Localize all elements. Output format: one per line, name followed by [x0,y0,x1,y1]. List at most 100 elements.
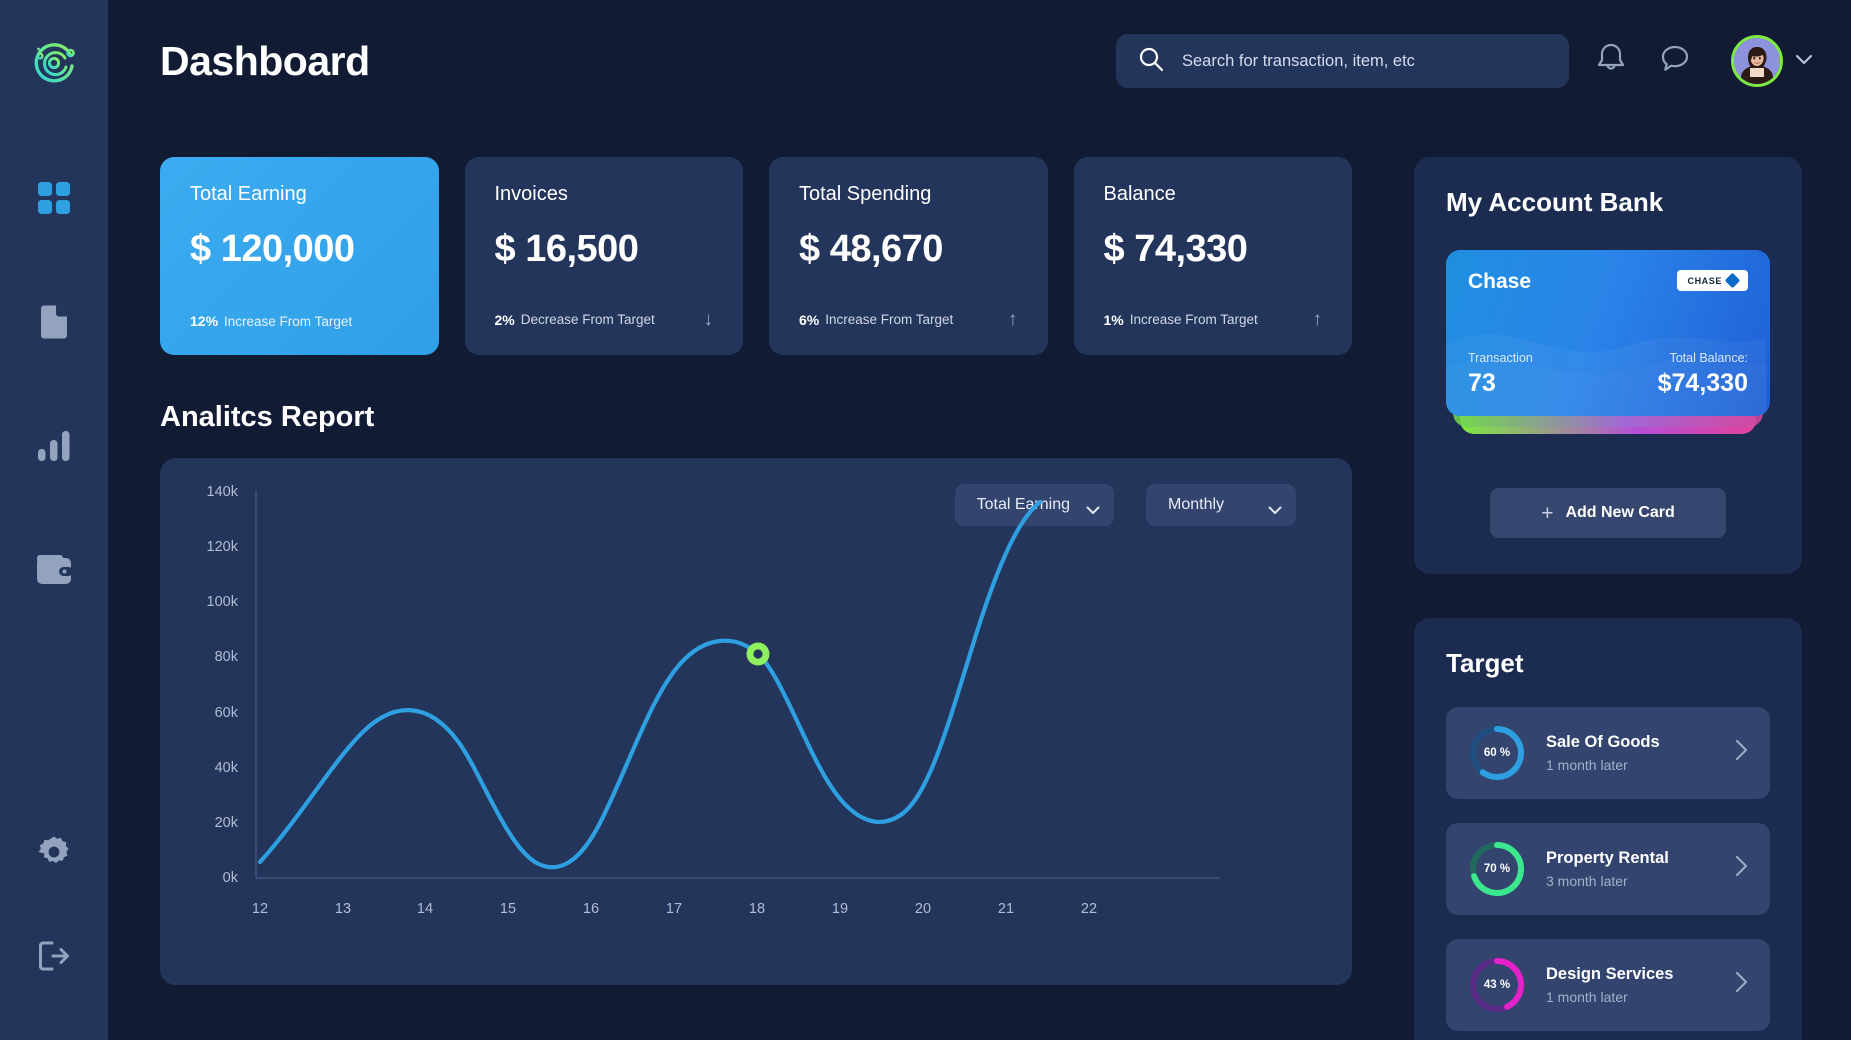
stat-label: Balance [1103,183,1176,205]
transaction-value: 73 [1468,369,1496,397]
messages-button[interactable] [1653,39,1697,83]
bank-card-badge-text: CHASE [1687,275,1722,286]
stat-footer: 2% Decrease From Target ↓ [495,310,714,329]
x-tick-13: 13 [335,901,351,917]
add-new-card-label: Add New Card [1565,504,1675,521]
x-tick-14: 14 [417,901,433,917]
bank-card-transaction: Transaction 73 [1468,351,1533,398]
target-text: Design Services 1 month later [1546,965,1715,1005]
bank-card-balance: Total Balance: $74,330 [1658,351,1748,398]
chevron-right-icon[interactable] [1735,971,1748,999]
y-tick-120k: 120k [207,539,239,555]
analytics-chart-card: Total Earning Monthly 140k 120k 100k 80k… [160,458,1352,985]
balance-label: Total Balance: [1669,351,1748,365]
balance-value: $74,330 [1657,369,1748,397]
stat-trend-down-icon: ↓ [703,309,714,330]
right-column: My Account Bank Chase CHASE Transaction … [1414,122,1802,1040]
target-name: Property Rental [1546,849,1669,867]
notifications-button[interactable] [1589,39,1633,83]
y-tick-0k: 0k [223,870,239,886]
plus-icon: + [1541,501,1554,525]
stat-label: Total Spending [799,183,932,205]
sidebar-item-dashboard[interactable] [24,168,84,228]
page-title: Dashboard [160,37,370,84]
stat-note: Increase From Target [224,313,353,329]
sidebar-item-wallet[interactable] [24,540,84,600]
target-item-property-rental[interactable]: 70 % Property Rental 3 month later [1446,823,1770,915]
analytics-line-chart: 140k 120k 100k 80k 60k 40k 20k 0k 12 13 … [207,484,1220,917]
x-tick-15: 15 [500,901,516,917]
progress-ring: 70 % [1468,840,1526,898]
sidebar-item-logout[interactable] [24,926,84,986]
target-sub: 1 month later [1546,989,1628,1005]
target-sub: 1 month later [1546,757,1628,773]
stat-note: Increase From Target [1129,312,1258,327]
target-sub: 3 month later [1546,873,1628,889]
stat-value: $ 16,500 [494,228,639,270]
bar-chart-icon [36,430,72,462]
sidebar-item-analytics[interactable] [24,416,84,476]
target-panel: Target 60 % Sale Of Goods 1 month later … [1414,618,1802,1040]
stat-card-balance[interactable]: Balance $ 74,330 1% Increase From Target… [1073,157,1352,355]
progress-ring: 60 % [1468,724,1526,782]
add-new-card-button[interactable]: + Add New Card [1490,488,1726,538]
account-bank-panel: My Account Bank Chase CHASE Transaction … [1414,157,1802,574]
target-item-design-services[interactable]: 43 % Design Services 1 month later [1446,939,1770,1031]
progress-percent: 43 % [1483,979,1511,991]
document-icon [37,304,71,340]
stat-cards: Total Earning $ 120,000 12% Increase Fro… [160,157,1352,355]
stat-card-total-spending[interactable]: Total Spending $ 48,670 6% Increase From… [769,157,1048,355]
sidebar-item-settings[interactable] [24,822,84,882]
stat-card-total-earning[interactable]: Total Earning $ 120,000 12% Increase Fro… [160,157,439,355]
search-input[interactable] [1182,51,1547,71]
main-content: Dashboard Search for transaction, item, … [108,0,1851,1040]
left-column: Total Earning $ 120,000 12% Increase Fro… [160,122,1352,1040]
target-item-sale-of-goods[interactable]: 60 % Sale Of Goods 1 month later [1446,707,1770,799]
stat-card-invoices[interactable]: Invoices $ 16,500 2% Decrease From Targe… [464,157,743,355]
sidebar-item-documents[interactable] [24,292,84,352]
target-name: Design Services [1546,965,1674,983]
gear-icon [37,835,71,869]
dashboard-app: Dashboard Search for transaction, item, … [0,0,1851,1040]
stat-percent: 1% [1103,311,1124,328]
y-tick-40k: 40k [215,760,239,776]
x-tick-16: 16 [583,901,599,917]
chevron-right-icon[interactable] [1735,739,1748,767]
bank-card-header: Chase CHASE [1468,270,1748,294]
bank-card-badge: CHASE [1677,270,1748,291]
chevron-down-icon [1795,52,1813,70]
stat-label: Total Earning [190,183,307,205]
stat-trend-up-icon: ↑ [1008,309,1018,330]
stat-footer: 1% Increase From Target ↑ [1104,310,1323,329]
logo-swirl-icon[interactable] [27,36,81,90]
bell-icon [1595,42,1627,81]
bank-card-footer: Transaction 73 Total Balance: $74,330 [1468,351,1748,398]
y-tick-60k: 60k [215,705,239,721]
stat-note: Decrease From Target [520,312,655,327]
x-tick-19: 19 [832,901,848,917]
user-avatar[interactable] [1731,35,1783,87]
stat-label: Invoices [494,183,568,205]
progress-percent: 70 % [1483,863,1511,875]
search-box[interactable] [1116,34,1569,88]
chevron-right-icon[interactable] [1735,855,1748,883]
y-tick-100k: 100k [207,594,239,610]
stat-footer: 12% Increase From Target [190,313,409,329]
y-tick-20k: 20k [215,815,239,831]
chart-highlight-point-inner [753,649,763,659]
y-tick-80k: 80k [215,649,239,665]
bank-card-chase[interactable]: Chase CHASE Transaction 73 Total Balance… [1446,250,1770,416]
x-tick-21: 21 [998,901,1014,917]
content-columns: Total Earning $ 120,000 12% Increase Fro… [160,122,1813,1040]
chart-line-total-earning [257,499,1043,870]
stat-value: $ 120,000 [190,228,355,270]
y-tick-140k: 140k [207,484,239,500]
target-title: Target [1446,648,1524,678]
bank-card-stack: Chase CHASE Transaction 73 Total Balance… [1446,250,1770,446]
profile-menu[interactable] [1731,35,1813,87]
top-bar: Dashboard [160,0,1813,122]
stat-trend-up-icon: ↑ [1312,309,1323,330]
stat-percent: 6% [799,311,820,328]
stat-value: $ 74,330 [1103,228,1248,270]
search-icon [1138,46,1164,77]
